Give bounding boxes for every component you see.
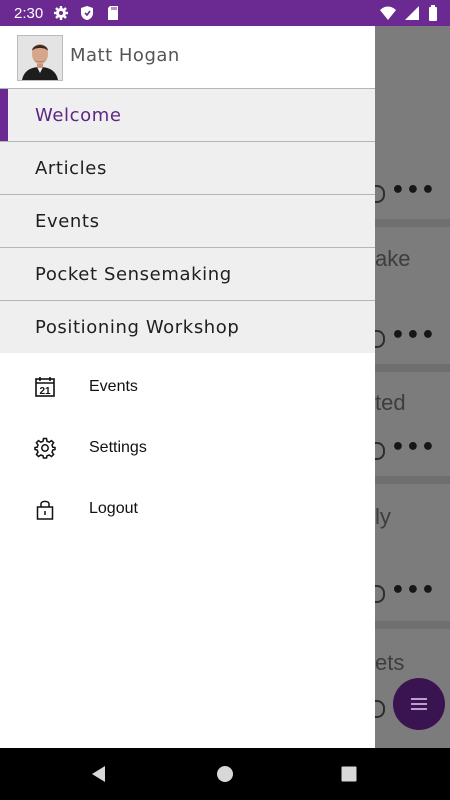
menu-item-welcome[interactable]: Welcome (0, 88, 375, 141)
more-icon: ••• (390, 578, 436, 603)
menu-item-articles[interactable]: Articles (0, 141, 375, 194)
home-button[interactable] (195, 748, 255, 800)
status-bar: 2:30 (0, 0, 450, 26)
gear-icon (34, 437, 56, 459)
menu-item-pocket-sensemaking[interactable]: Pocket Sensemaking (0, 247, 375, 300)
partial-icon (375, 585, 385, 603)
nav-item-label: Events (89, 377, 138, 395)
background-card: ••• (375, 26, 450, 219)
drawer-nav: 21 Events Settings Logout (0, 356, 375, 539)
lock-icon (34, 498, 56, 520)
partial-icon (375, 330, 385, 348)
back-icon (92, 766, 105, 782)
background-card: ted ••• (375, 372, 450, 476)
nav-item-logout[interactable]: Logout (0, 478, 375, 539)
shield-icon (79, 5, 95, 21)
home-icon (217, 766, 233, 782)
sd-card-icon (105, 5, 121, 21)
menu-item-events[interactable]: Events (0, 194, 375, 247)
profile-header[interactable]: Matt Hogan (0, 26, 375, 88)
navigation-drawer: Matt Hogan Welcome Articles Events Pocke… (0, 26, 375, 748)
profile-name: Matt Hogan (70, 45, 180, 66)
nav-item-settings[interactable]: Settings (0, 417, 375, 478)
more-icon: ••• (390, 178, 436, 203)
nav-item-events[interactable]: 21 Events (0, 356, 375, 417)
calendar-icon-day: 21 (39, 386, 51, 397)
menu-item-label: Articles (35, 157, 107, 179)
battery-icon (428, 5, 438, 21)
more-icon: ••• (390, 435, 436, 460)
background-card-text: ted (375, 390, 406, 415)
menu-item-positioning-workshop[interactable]: Positioning Workshop (0, 300, 375, 353)
drawer-menu: Welcome Articles Events Pocket Sensemaki… (0, 88, 375, 353)
nav-item-label: Logout (89, 499, 138, 517)
menu-icon (411, 698, 427, 710)
signal-icon (404, 5, 420, 21)
gear-icon (53, 5, 69, 21)
background-card-text: ake (375, 246, 411, 271)
background-card-text: ets (375, 650, 405, 675)
partial-icon (375, 442, 385, 460)
recents-icon (341, 766, 357, 782)
menu-item-label: Welcome (35, 104, 122, 126)
avatar (17, 35, 63, 81)
background-card: ake ••• (375, 227, 450, 364)
menu-item-label: Events (35, 210, 100, 232)
system-nav-bar (0, 748, 450, 800)
menu-item-label: Pocket Sensemaking (35, 263, 232, 285)
status-time: 2:30 (14, 4, 44, 22)
back-button[interactable] (69, 748, 129, 800)
nav-item-label: Settings (89, 438, 147, 456)
calendar-icon: 21 (34, 376, 56, 398)
wifi-icon (380, 5, 396, 21)
background-card: ly ••• (375, 484, 450, 621)
partial-icon (375, 700, 385, 718)
more-icon: ••• (390, 323, 436, 348)
recents-button[interactable] (319, 748, 379, 800)
menu-item-label: Positioning Workshop (35, 316, 240, 338)
background-content: ••• ake ••• ted ••• ly ••• ets (375, 26, 450, 748)
partial-icon (375, 185, 385, 203)
background-card-text: ly (375, 504, 391, 529)
menu-fab-button[interactable] (393, 678, 445, 730)
